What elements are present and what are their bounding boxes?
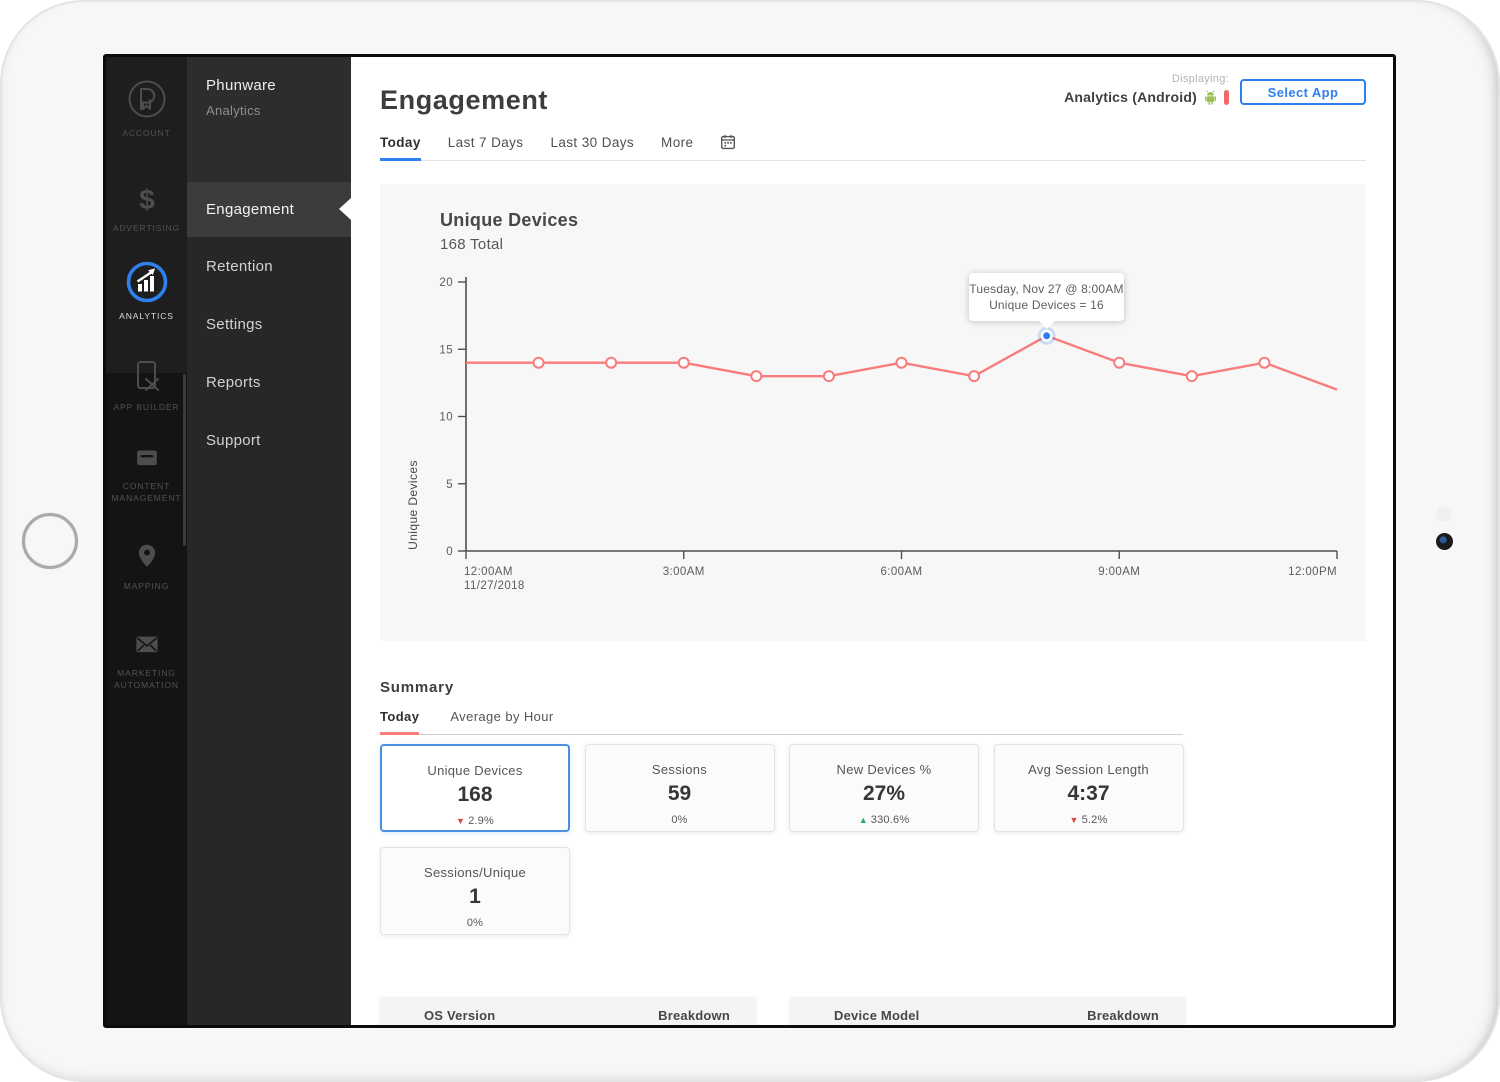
- card-sessions-per-unique[interactable]: Sessions/Unique 1 0%: [380, 847, 570, 935]
- sidebar-item-settings[interactable]: Settings: [206, 315, 263, 335]
- summary-tab-today[interactable]: Today: [380, 709, 419, 724]
- svg-text:15: 15: [439, 344, 453, 356]
- svg-text:3:00AM: 3:00AM: [663, 566, 705, 578]
- displaying-label: Displaying:: [1064, 73, 1229, 85]
- card-avg-session-length[interactable]: Avg Session Length 4:37 ▼5.2%: [994, 744, 1184, 832]
- chart-tooltip: Tuesday, Nov 27 @ 8:00AM Unique Devices …: [969, 273, 1124, 321]
- rail-item-app-builder[interactable]: APP BUILDER: [106, 356, 187, 413]
- app-window: ACCOUNT $ ADVERTISING ANALYTICS: [103, 54, 1396, 1028]
- svg-text:12:00PM: 12:00PM: [1288, 566, 1337, 578]
- sidebar-item-engagement[interactable]: Engagement: [187, 182, 351, 237]
- engagement-line-chart[interactable]: 0 5 10 15 20 12:00AM 11/27/2018 3:00AM 6:00AM 9:0…: [380, 184, 1366, 641]
- product-name: Analytics: [206, 103, 261, 118]
- rail-item-mapping[interactable]: MAPPING: [106, 539, 187, 592]
- home-button[interactable]: [22, 513, 78, 569]
- tab-more[interactable]: More: [661, 135, 693, 150]
- tablet-bezel: ACCOUNT $ ADVERTISING ANALYTICS: [0, 0, 1500, 1082]
- summary-tabs: Today Average by Hour: [380, 709, 1183, 735]
- dollar-icon: $: [129, 181, 165, 217]
- sidebar-item-support[interactable]: Support: [206, 431, 261, 451]
- delta-direction-icon: ▲: [859, 815, 868, 825]
- unique-devices-chart-panel: Unique Devices 168 Total Unique Devices …: [380, 184, 1366, 641]
- summary-cards-row-1: Unique Devices 168 ▼2.9% Sessions 59 0% …: [380, 744, 1184, 832]
- select-app-button[interactable]: Select App: [1240, 79, 1366, 105]
- android-icon: [1203, 89, 1218, 105]
- summary-tab-average-by-hour[interactable]: Average by Hour: [450, 709, 553, 724]
- os-version-header: OS Version: [424, 1008, 495, 1023]
- tab-last-30-days[interactable]: Last 30 Days: [550, 135, 634, 150]
- tab-today[interactable]: Today: [380, 135, 421, 150]
- rail-item-account[interactable]: ACCOUNT: [106, 76, 187, 139]
- calendar-icon[interactable]: [720, 134, 736, 150]
- svg-text:10: 10: [439, 412, 453, 424]
- os-version-table-header: OS Version Breakdown: [380, 997, 756, 1028]
- rail-item-content-management[interactable]: CONTENT MANAGEMENT: [106, 439, 187, 505]
- app-builder-icon: [127, 356, 167, 396]
- os-breakdown-header: Breakdown: [658, 1008, 730, 1023]
- red-indicator-icon: [1224, 90, 1229, 105]
- svg-text:6:00AM: 6:00AM: [880, 566, 922, 578]
- tab-last-7-days[interactable]: Last 7 Days: [448, 135, 524, 150]
- svg-text:0: 0: [446, 546, 453, 558]
- tooltip-value: Unique Devices = 16: [969, 297, 1124, 313]
- svg-text:11/27/2018: 11/27/2018: [464, 580, 525, 592]
- summary-title: Summary: [380, 679, 454, 696]
- rail-item-analytics[interactable]: ANALYTICS: [106, 259, 187, 322]
- phunware-logo-icon: [124, 76, 170, 122]
- displaying-info: Displaying: Analytics (Android): [1064, 73, 1229, 105]
- rail-item-marketing-automation[interactable]: MARKETING AUTOMATION: [106, 626, 187, 692]
- mapping-icon: [129, 539, 165, 575]
- tooltip-date: Tuesday, Nov 27 @ 8:00AM: [969, 281, 1124, 297]
- card-new-devices-pct[interactable]: New Devices % 27% ▲330.6%: [789, 744, 979, 832]
- active-item-notch: [339, 198, 351, 220]
- analytics-icon: [124, 259, 170, 305]
- sidebar-header: [187, 57, 351, 182]
- device-model-table-header: Device Model Breakdown: [790, 997, 1185, 1028]
- rail-item-advertising[interactable]: $ ADVERTISING: [106, 181, 187, 234]
- current-app-name: Analytics (Android): [1064, 89, 1197, 105]
- main-content: Engagement Displaying: Analytics (Androi…: [351, 57, 1393, 1025]
- delta-direction-icon: ▼: [1070, 815, 1079, 825]
- delta-direction-icon: ▼: [456, 816, 465, 826]
- svg-text:20: 20: [439, 277, 453, 289]
- module-rail: ACCOUNT $ ADVERTISING ANALYTICS: [106, 57, 187, 1025]
- analytics-sidebar: Phunware Analytics Engagement Retention …: [187, 57, 351, 1025]
- svg-text:$: $: [139, 184, 155, 215]
- svg-text:5: 5: [446, 479, 453, 491]
- marketing-automation-icon: [129, 626, 165, 662]
- front-camera-icon: [1436, 533, 1453, 550]
- org-name: Phunware: [206, 77, 276, 94]
- content-management-icon: [129, 439, 165, 475]
- svg-text:12:00AM: 12:00AM: [464, 566, 513, 578]
- sidebar-item-retention[interactable]: Retention: [206, 257, 273, 277]
- summary-cards-row-2: Sessions/Unique 1 0%: [380, 847, 570, 935]
- card-unique-devices[interactable]: Unique Devices 168 ▼2.9%: [380, 744, 570, 832]
- device-model-header: Device Model: [834, 1008, 920, 1023]
- device-breakdown-header: Breakdown: [1087, 1008, 1159, 1023]
- svg-text:9:00AM: 9:00AM: [1098, 566, 1140, 578]
- page-title: Engagement: [380, 85, 548, 116]
- sidebar-item-reports[interactable]: Reports: [206, 373, 261, 393]
- ambient-sensor: [1436, 507, 1451, 522]
- date-range-tabs: Today Last 7 Days Last 30 Days More: [380, 134, 1366, 161]
- card-sessions[interactable]: Sessions 59 0%: [585, 744, 775, 832]
